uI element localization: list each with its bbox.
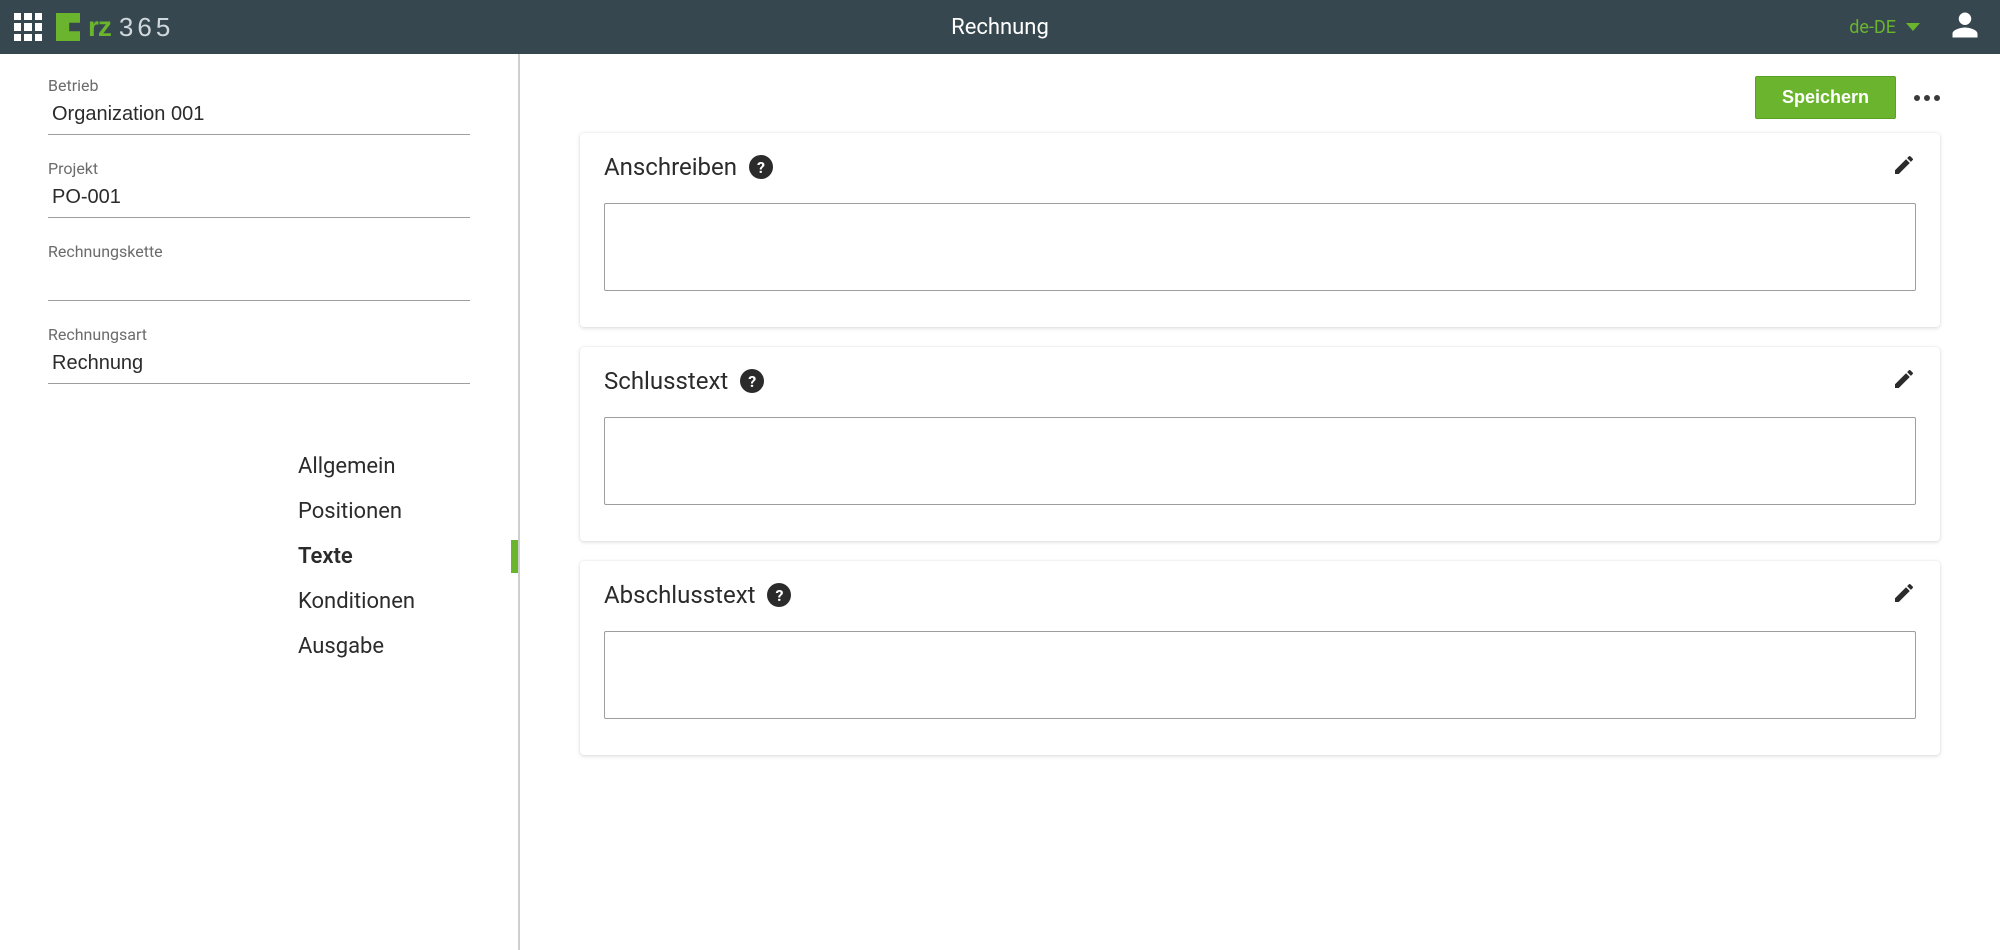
card-abschlusstext-title: Abschlusstext [604, 581, 755, 609]
user-avatar-icon[interactable] [1950, 10, 1980, 44]
field-rechnungskette-input[interactable] [48, 263, 470, 301]
help-icon[interactable]: ? [749, 155, 773, 179]
help-icon[interactable]: ? [767, 583, 791, 607]
app-logo: rz 365 [56, 11, 174, 43]
sidebar-item-positionen[interactable]: Positionen [298, 489, 470, 534]
field-rechnungsart-input[interactable] [48, 346, 470, 384]
field-projekt: Projekt [48, 159, 470, 218]
field-rechnungskette-label: Rechnungskette [48, 242, 470, 261]
sidebar-item-ausgabe[interactable]: Ausgabe [298, 624, 470, 669]
edit-icon[interactable] [1892, 367, 1916, 395]
logo-text-rz: rz [88, 11, 111, 43]
help-icon[interactable]: ? [740, 369, 764, 393]
field-betrieb-label: Betrieb [48, 76, 470, 95]
chevron-down-icon [1906, 23, 1920, 31]
edit-icon[interactable] [1892, 153, 1916, 181]
card-anschreiben-title: Anschreiben [604, 153, 737, 181]
sidebar: Betrieb Projekt Rechnungskette Rechnungs… [0, 54, 520, 950]
logo-text-365: 365 [119, 12, 174, 43]
sidebar-item-konditionen[interactable]: Konditionen [298, 579, 470, 624]
field-betrieb-input[interactable] [48, 97, 470, 135]
more-actions-icon[interactable] [1914, 95, 1940, 101]
card-schlusstext-body[interactable] [604, 417, 1916, 505]
app-bar: rz 365 Rechnung de-DE [0, 0, 2000, 54]
card-anschreiben: Anschreiben ? [580, 133, 1940, 327]
logo-mark-icon [56, 13, 80, 41]
content-area: Speichern Anschreiben ? Schl [520, 54, 2000, 950]
field-rechnungsart: Rechnungsart [48, 325, 470, 384]
card-schlusstext: Schlusstext ? [580, 347, 1940, 541]
card-abschlusstext-body[interactable] [604, 631, 1916, 719]
field-rechnungskette: Rechnungskette [48, 242, 470, 301]
edit-icon[interactable] [1892, 581, 1916, 609]
sidebar-nav: Allgemein Positionen Texte Konditionen A… [48, 444, 470, 669]
field-betrieb: Betrieb [48, 76, 470, 135]
action-row: Speichern [580, 54, 1940, 119]
page-title: Rechnung [0, 15, 2000, 40]
apps-menu-icon[interactable] [14, 13, 42, 41]
card-schlusstext-title: Schlusstext [604, 367, 728, 395]
language-selector[interactable]: de-DE [1849, 17, 1920, 38]
language-label: de-DE [1849, 17, 1896, 38]
card-anschreiben-body[interactable] [604, 203, 1916, 291]
field-projekt-input[interactable] [48, 180, 470, 218]
sidebar-item-allgemein[interactable]: Allgemein [298, 444, 470, 489]
save-button[interactable]: Speichern [1755, 76, 1896, 119]
field-rechnungsart-label: Rechnungsart [48, 325, 470, 344]
card-abschlusstext: Abschlusstext ? [580, 561, 1940, 755]
sidebar-item-texte[interactable]: Texte [298, 534, 470, 579]
field-projekt-label: Projekt [48, 159, 470, 178]
